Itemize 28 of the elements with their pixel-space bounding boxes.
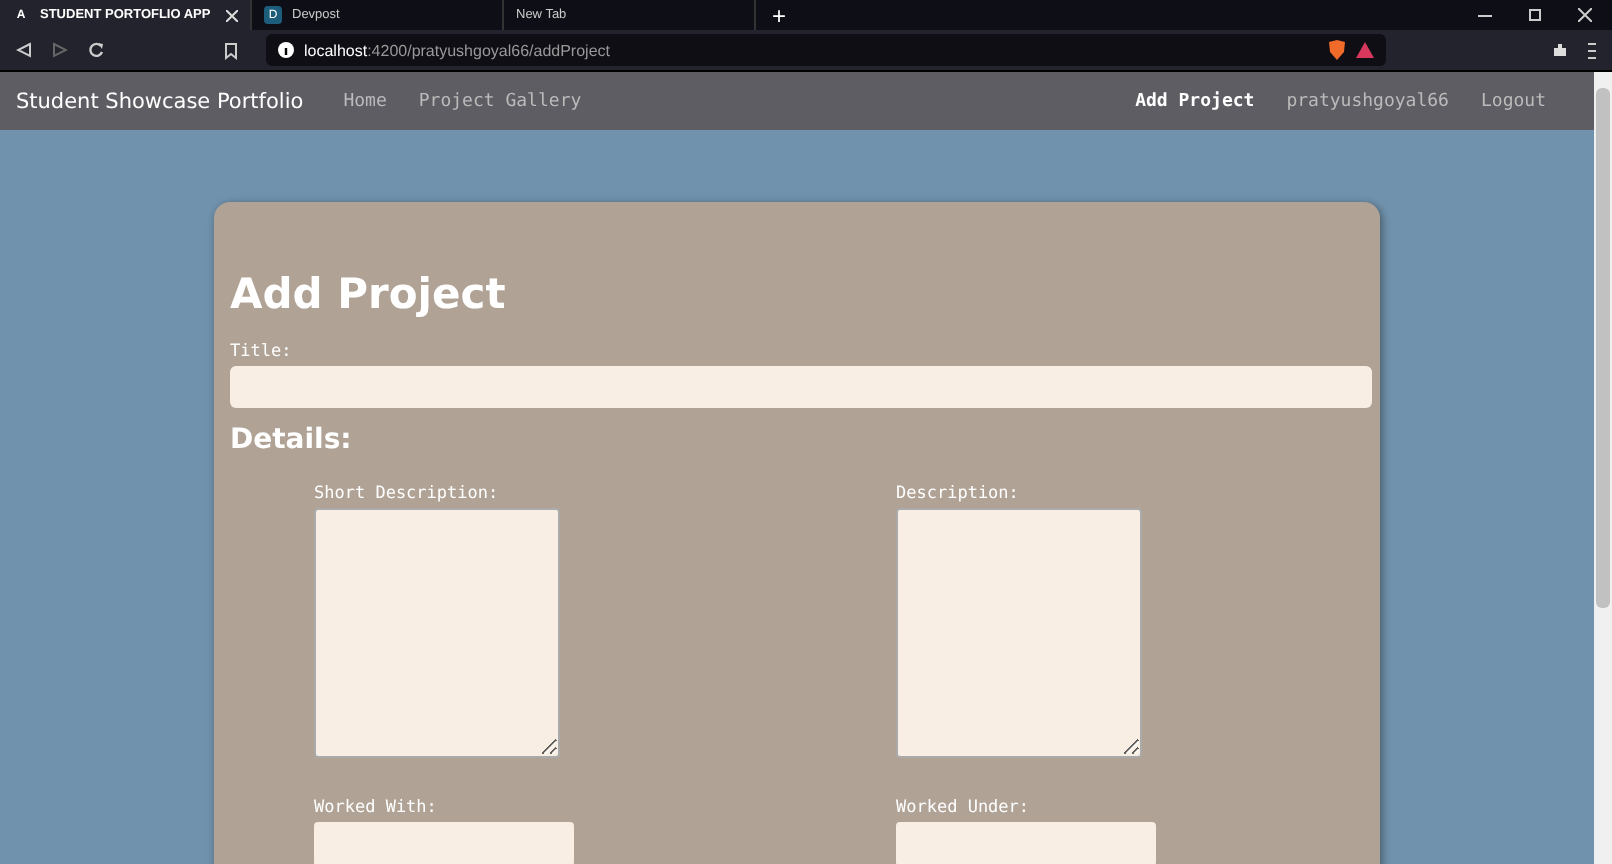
nav-link[interactable]: Home — [343, 91, 387, 111]
maximize-icon[interactable] — [1528, 8, 1542, 22]
field-label: Worked Under: — [896, 798, 1032, 818]
brand-title[interactable]: Student Showcase Portfolio — [16, 89, 304, 113]
triangle-icon[interactable] — [1356, 42, 1374, 58]
field-label: Title: — [230, 342, 294, 362]
forward-icon[interactable] — [52, 42, 68, 58]
puzzle-icon[interactable] — [1552, 42, 1568, 58]
nav-link[interactable]: Add Project — [1135, 91, 1255, 111]
nav-link[interactable]: pratyushgoyal66 — [1286, 91, 1449, 111]
nav-link[interactable]: Logout — [1480, 91, 1546, 111]
reload-icon[interactable] — [88, 42, 104, 58]
new-tab-button[interactable]: + — [772, 1, 787, 29]
back-icon[interactable] — [16, 42, 32, 58]
input-field[interactable] — [314, 822, 574, 864]
shield-icon[interactable] — [1328, 40, 1346, 60]
nav-link[interactable]: Project Gallery — [418, 91, 582, 111]
close-icon[interactable] — [1578, 8, 1592, 22]
field-label: Description: — [896, 484, 1021, 504]
bookmark-icon[interactable] — [224, 41, 238, 59]
info-icon — [278, 42, 294, 58]
close-icon[interactable] — [226, 9, 238, 21]
field-label: Short Description: — [314, 484, 501, 504]
address-bar[interactable]: localhost:4200/pratyushgoyal66/addProject — [266, 34, 1386, 66]
field-label: Worked With: — [314, 798, 439, 818]
section-heading: Details: — [230, 424, 354, 456]
input-field[interactable] — [896, 822, 1156, 864]
form-heading: Add Project — [230, 270, 508, 318]
